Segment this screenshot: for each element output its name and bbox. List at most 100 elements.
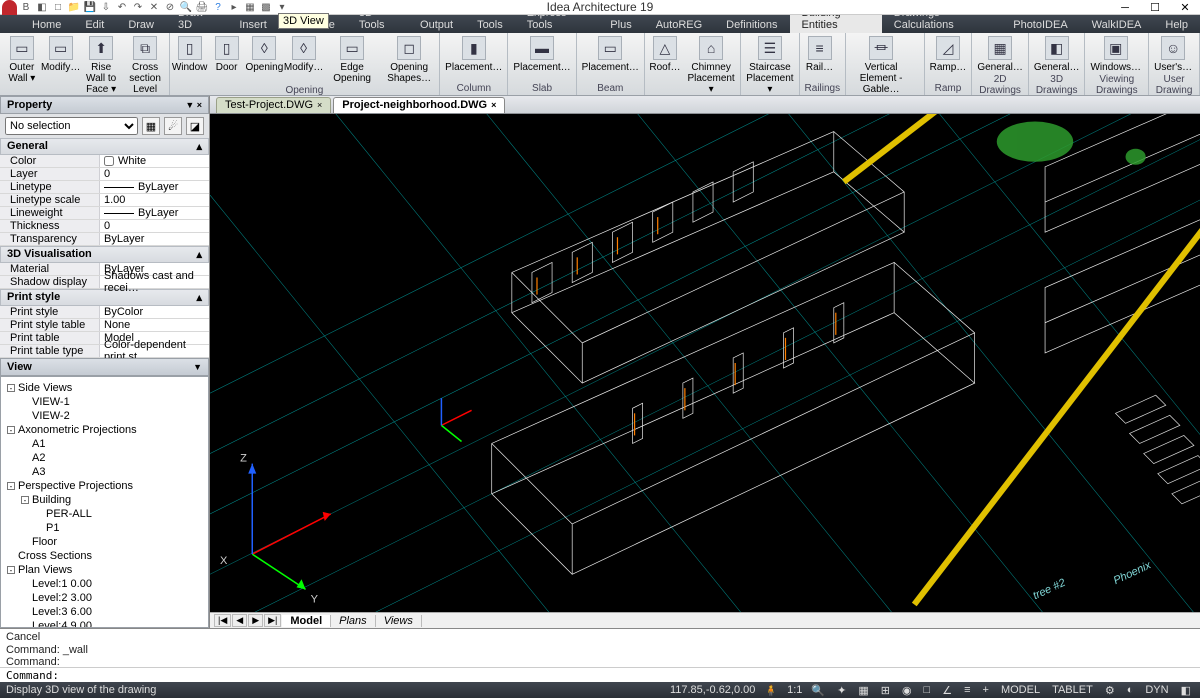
toggle-lwt-icon[interactable]: ≡ xyxy=(961,684,973,696)
layout-nav-button[interactable]: |◀ xyxy=(214,614,231,627)
qat-open-icon[interactable]: 📁 xyxy=(68,2,80,14)
quick-select-icon[interactable]: ▦ xyxy=(142,117,160,135)
qat-cancel-icon[interactable]: ⊘ xyxy=(164,2,176,14)
menu-tab-drawings-calculations[interactable]: Drawings-Calculations xyxy=(882,15,1001,33)
close-icon[interactable]: × xyxy=(317,100,322,110)
view-panel-header[interactable]: View ▼ xyxy=(0,358,209,376)
toggle-snap-icon[interactable]: ✦ xyxy=(834,684,849,697)
property-row-print-table-type[interactable]: Print table typeColor-dependent print st… xyxy=(0,345,209,358)
property-row-color[interactable]: ColorWhite xyxy=(0,155,209,168)
filter-icon[interactable]: ☄ xyxy=(164,117,182,135)
status-gear-icon[interactable]: ⚙ xyxy=(1102,684,1118,697)
property-panel-header[interactable]: Property ▼ × xyxy=(0,96,209,114)
tree-item-a1[interactable]: A1 xyxy=(21,437,204,451)
doc-tab-test-project-dwg[interactable]: Test-Project.DWG× xyxy=(216,97,331,113)
property-row-transparency[interactable]: TransparencyByLayer xyxy=(0,233,209,246)
menu-tab-help[interactable]: Help xyxy=(1153,17,1200,33)
qat-export-icon[interactable]: ▸ xyxy=(228,2,240,14)
menu-tab-tools[interactable]: Tools xyxy=(465,17,515,33)
close-icon[interactable]: × xyxy=(491,100,496,110)
layout-nav-button[interactable]: ▶ xyxy=(248,614,263,627)
qat-help-icon[interactable]: ? xyxy=(212,2,224,14)
layout-nav-button[interactable]: ▶| xyxy=(264,614,281,627)
toggle-grid-icon[interactable]: ▦ xyxy=(855,684,871,697)
menu-tab-3d-tools[interactable]: 3D Tools xyxy=(347,15,408,33)
ribbon-btn-roof-[interactable]: △Roof… xyxy=(648,35,682,74)
ribbon-btn-cross-section-level[interactable]: ⧉Cross section Level xyxy=(125,35,166,96)
ribbon-btn-modify-[interactable]: ▭Modify… xyxy=(44,35,78,74)
property-row-linetype[interactable]: LinetypeByLayer xyxy=(0,181,209,194)
menu-tab-home[interactable]: Home xyxy=(20,17,73,33)
ribbon-btn-edge-opening[interactable]: ▭Edge Opening xyxy=(325,35,379,85)
qat-3dview-icon[interactable]: ▩ xyxy=(260,2,272,14)
status-tablet-button[interactable]: TABLET xyxy=(1049,684,1096,696)
ribbon-btn-window[interactable]: ▯Window xyxy=(173,35,207,74)
ribbon-btn-placement-[interactable]: ▮Placement… xyxy=(443,35,504,74)
status-zoom-icon[interactable]: 🔍 xyxy=(808,684,828,697)
property-value[interactable]: Color-dependent print st… xyxy=(100,345,209,357)
close-button[interactable]: ✕ xyxy=(1170,0,1200,15)
tree-item-view-1[interactable]: VIEW-1 xyxy=(21,395,204,409)
property-row-thickness[interactable]: Thickness0 xyxy=(0,220,209,233)
property-value[interactable]: ByLayer xyxy=(100,181,209,193)
tree-item-axonometric-projections[interactable]: -Axonometric Projections xyxy=(7,423,204,437)
ribbon-btn-staircase-placement-[interactable]: ☰Staircase Placement ▾ xyxy=(744,35,795,96)
toggle-add-icon[interactable]: + xyxy=(980,684,992,696)
tree-item-level-3-6-00[interactable]: Level:3 6.00 xyxy=(21,605,204,619)
doc-tab-project-neighborhood-dwg[interactable]: Project-neighborhood.DWG× xyxy=(333,97,505,113)
pickadd-icon[interactable]: ◪ xyxy=(186,117,204,135)
tree-item-level-2-3-00[interactable]: Level:2 3.00 xyxy=(21,591,204,605)
property-value[interactable]: 0 xyxy=(100,168,209,180)
property-row-print-style-table[interactable]: Print style tableNone xyxy=(0,319,209,332)
qat-import-icon[interactable]: ⇩ xyxy=(100,2,112,14)
tree-item-floor[interactable]: Floor xyxy=(21,535,204,549)
qat-preview-icon[interactable]: 🔍 xyxy=(180,2,192,14)
ribbon-btn-user-s-[interactable]: ☺User's… xyxy=(1152,35,1194,74)
property-row-print-style[interactable]: Print styleByColor xyxy=(0,306,209,319)
tree-item-p1[interactable]: P1 xyxy=(35,521,204,535)
layout-tab-model[interactable]: Model xyxy=(282,615,331,627)
qat-more-icon[interactable]: ▾ xyxy=(276,2,288,14)
property-group-header[interactable]: 3D Visualisation▴ xyxy=(0,246,209,263)
status-model-button[interactable]: MODEL xyxy=(998,684,1043,696)
ribbon-btn-chimney-placement-[interactable]: ⌂Chimney Placement ▾ xyxy=(685,35,737,96)
panel-dock-icon[interactable]: ▼ × xyxy=(185,100,202,110)
tree-item-view-2[interactable]: VIEW-2 xyxy=(21,409,204,423)
maximize-button[interactable]: ☐ xyxy=(1140,0,1170,15)
toggle-esnap-icon[interactable]: □ xyxy=(921,684,934,696)
menu-tab-walkidea[interactable]: WalkIDEA xyxy=(1080,17,1154,33)
ribbon-btn-opening[interactable]: ◊Opening xyxy=(247,35,283,74)
property-value[interactable]: ByColor xyxy=(100,306,209,318)
tree-item-level-4-9-00[interactable]: Level:4 9.00 xyxy=(21,619,204,628)
ribbon-btn-modify-[interactable]: ◊Modify… xyxy=(285,35,322,74)
chevron-down-icon[interactable]: ▼ xyxy=(193,362,202,372)
menu-tab-autoreg[interactable]: AutoREG xyxy=(644,17,714,33)
toggle-ortho-icon[interactable]: ⊞ xyxy=(878,684,893,697)
qat-icon[interactable]: ◧ xyxy=(36,2,48,14)
ribbon-btn-rail-[interactable]: ≡Rail… xyxy=(803,35,837,74)
tree-item-a2[interactable]: A2 xyxy=(21,451,204,465)
menu-tab-building-entities[interactable]: Building Entities xyxy=(790,15,882,33)
property-value[interactable]: Shadows cast and recei… xyxy=(100,276,209,288)
qat-new-icon[interactable]: □ xyxy=(52,2,64,14)
qat-grid-icon[interactable]: ▦ xyxy=(244,2,256,14)
property-value[interactable]: 1.00 xyxy=(100,194,209,206)
menu-tab-definitions[interactable]: Definitions xyxy=(714,17,789,33)
ribbon-btn-outer-wall-[interactable]: ▭Outer Wall ▾ xyxy=(3,35,41,85)
tree-item-perspective-projections[interactable]: -Perspective Projections xyxy=(7,479,204,493)
tree-item-level-1-0-00[interactable]: Level:1 0.00 xyxy=(21,577,204,591)
status-cycle-icon[interactable]: ◐ xyxy=(1124,684,1137,696)
qat-redo-icon[interactable]: ↷ xyxy=(132,2,144,14)
tree-item-building[interactable]: -Building xyxy=(21,493,204,507)
tree-item-cross-sections[interactable]: Cross Sections xyxy=(7,549,204,563)
minimize-button[interactable]: ─ xyxy=(1110,0,1140,15)
status-dyn-button[interactable]: DYN xyxy=(1142,684,1171,696)
menu-tab-insert[interactable]: Insert xyxy=(227,17,279,33)
qat-bld-icon[interactable]: B xyxy=(20,2,32,14)
property-row-linetype-scale[interactable]: Linetype scale1.00 xyxy=(0,194,209,207)
menu-tab-draw-3d[interactable]: Draw 3D xyxy=(166,15,227,33)
toggle-polar-icon[interactable]: ◉ xyxy=(899,684,915,697)
property-value[interactable]: None xyxy=(100,319,209,331)
ribbon-btn-ramp-[interactable]: ◿Ramp… xyxy=(928,35,969,74)
drawing-canvas[interactable]: X Y Z tree #2 Phoenix xyxy=(210,114,1200,612)
